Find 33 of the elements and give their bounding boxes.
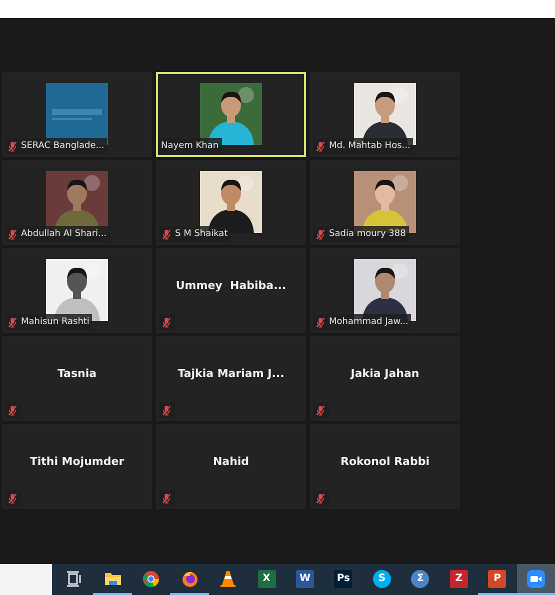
participant-name: Nahid [212,455,250,468]
participant-name: Md. Mahtab Hos... [329,141,410,151]
participant-name: Rokonol Rabbi [340,455,430,468]
taskbar-app-button[interactable]: X [247,564,286,595]
app-logo-icon: Ps [334,570,352,588]
taskbar-app-button[interactable]: Z [440,564,478,595]
participant-name: Mohammad Jaw... [329,317,408,327]
app-logo-icon: S [372,570,391,588]
taskbar-app-button[interactable]: Ps [324,564,363,595]
app-logo-icon: X [258,570,276,588]
participant-name: S M Shaikat [175,229,228,239]
traffic-cone-icon [219,570,238,588]
taskbar-app-button[interactable]: W [286,564,324,595]
app-logo-icon: W [296,570,314,588]
participant-name: Sadia moury 388 [329,229,406,239]
participant-name: Tajkia Mariam J... [178,367,284,380]
participant-name: Abdullah Al Shari... [21,229,107,239]
participant-name: Ummey Habiba... [176,279,286,292]
participant-name: Nayem Khan [161,141,219,151]
participant-name: SERAC Banglade... [21,141,104,151]
browser-icon [142,570,160,588]
participant-name: Tasnia [57,367,97,380]
browser-icon [180,570,199,588]
video-camera-icon [526,570,545,588]
app-logo-icon: Σ [411,570,430,588]
app-logo-icon: P [488,570,506,588]
taskbar-app-button[interactable] [516,564,555,595]
participant-name: Tithi Mojumder [30,455,124,468]
taskbar-app-button[interactable]: Σ [401,564,440,595]
task-view-icon [65,570,84,588]
app-logo-icon: Z [450,570,468,588]
participant-name: Mahisun Rashti [21,317,90,327]
participant-name: Jakia Jahan [350,367,420,380]
